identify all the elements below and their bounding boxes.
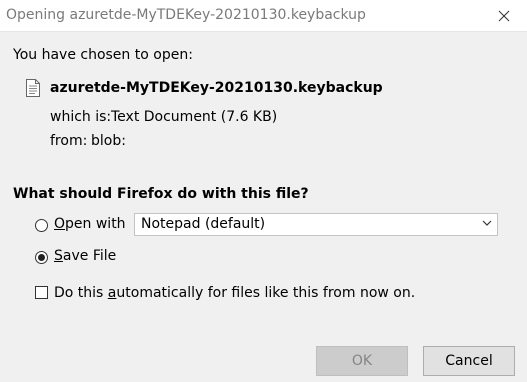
ok-button[interactable]: OK (316, 346, 408, 376)
open-with-label[interactable]: Open with (54, 216, 126, 232)
document-icon (26, 79, 40, 97)
from-value: blob: (91, 133, 126, 149)
application-select-value: Notepad (default) (141, 216, 266, 232)
close-button[interactable] (481, 0, 527, 31)
file-type-value: Text Document (7.6 KB) (111, 109, 278, 125)
cancel-button[interactable]: Cancel (423, 346, 515, 376)
save-file-label[interactable]: Save File (54, 248, 116, 264)
open-with-radio[interactable] (35, 219, 48, 232)
ok-button-label: OK (351, 353, 373, 369)
window-title: Opening azuretde-MyTDEKey-20210130.keyba… (6, 7, 366, 23)
auto-action-checkbox[interactable] (35, 286, 48, 299)
cancel-button-label: Cancel (445, 353, 493, 369)
which-is-label: which is: (50, 109, 112, 125)
close-icon (498, 10, 510, 21)
title-bar: Opening azuretde-MyTDEKey-20210130.keyba… (0, 0, 527, 32)
from-label: from: (50, 133, 88, 149)
auto-action-label[interactable]: Do this automatically for files like thi… (54, 285, 415, 301)
chevron-down-icon (482, 220, 492, 226)
intro-text: You have chosen to open: (13, 47, 193, 63)
action-question: What should Firefox do with this file? (13, 186, 309, 202)
save-file-radio[interactable] (35, 251, 48, 264)
application-select[interactable]: Notepad (default) (134, 213, 498, 236)
file-name: azuretde-MyTDEKey-20210130.keybackup (50, 80, 383, 96)
